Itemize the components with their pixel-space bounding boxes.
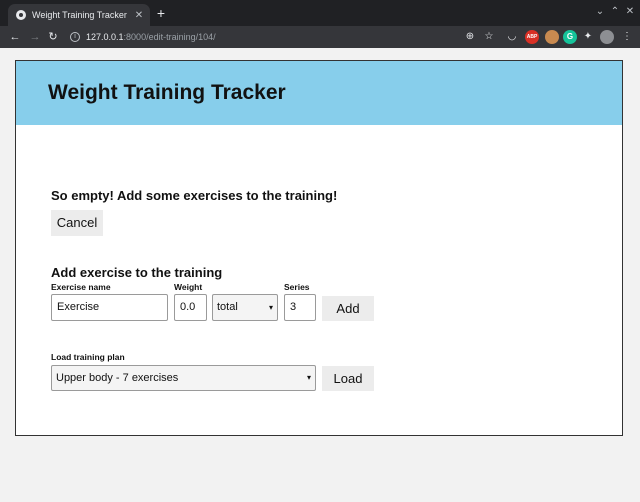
forward-icon[interactable]: → [27, 29, 43, 45]
load-plan-label: Load training plan [51, 352, 125, 362]
app-header: Weight Training Tracker [16, 61, 622, 125]
extensions-puzzle-icon[interactable]: ✦ [581, 30, 595, 44]
weight-label: Weight [174, 282, 203, 292]
browser-tab[interactable]: Weight Training Tracker ✕ [8, 4, 150, 26]
weight-mode-select[interactable]: total ▾ [212, 294, 278, 321]
chevron-down-icon[interactable]: ⌄ [592, 4, 608, 20]
empty-training-message: So empty! Add some exercises to the trai… [51, 188, 338, 203]
tab-title: Weight Training Tracker [32, 10, 127, 20]
url-host: 127.0.0.1 [86, 32, 124, 42]
menu-kebab-icon[interactable]: ⋮ [620, 30, 634, 44]
load-plan-button[interactable]: Load [322, 366, 374, 391]
bookmark-star-icon[interactable]: ☆ [482, 30, 496, 44]
info-icon[interactable]: i [70, 32, 80, 42]
chevron-down-icon: ▾ [268, 303, 273, 312]
close-window-icon[interactable]: ✕ [622, 4, 638, 20]
back-icon[interactable]: ← [7, 29, 23, 45]
zoom-icon[interactable]: ⊕ [463, 30, 477, 44]
exercise-name-input[interactable]: Exercise [51, 294, 168, 321]
reload-icon[interactable]: ↻ [45, 29, 61, 45]
training-plan-select[interactable]: Upper body - 7 exercises ▾ [51, 365, 316, 391]
add-exercise-heading: Add exercise to the training [51, 265, 223, 280]
adblock-icon[interactable]: ABP [525, 30, 539, 44]
extension-bag-icon[interactable] [545, 30, 559, 44]
grammarly-icon[interactable]: G [563, 30, 577, 44]
browser-toolbar: ← → ↻ i 127.0.0.1 :8000/edit-training/10… [0, 26, 640, 48]
exercise-name-label: Exercise name [51, 282, 111, 292]
tab-close-icon[interactable]: ✕ [132, 10, 146, 21]
new-tab-button[interactable]: + [154, 5, 168, 21]
profile-avatar-icon[interactable] [600, 30, 614, 44]
minimize-icon[interactable]: ⌃ [607, 4, 623, 20]
series-label: Series [284, 282, 310, 292]
weight-mode-value: total [217, 301, 238, 313]
page-title: Weight Training Tracker [48, 81, 286, 104]
weight-input[interactable]: 0.0 [174, 294, 207, 321]
chevron-down-icon: ▾ [306, 373, 311, 382]
pocket-icon[interactable]: ◡ [505, 30, 519, 44]
url-path: :8000/edit-training/104/ [123, 32, 216, 42]
training-plan-value: Upper body - 7 exercises [56, 372, 179, 384]
globe-icon [16, 10, 26, 20]
series-input[interactable]: 3 [284, 294, 316, 321]
add-exercise-button[interactable]: Add [322, 296, 374, 321]
browser-tabstrip: Weight Training Tracker ✕ + ⌄ ⌃ ✕ [0, 0, 640, 26]
cancel-button[interactable]: Cancel [51, 210, 103, 236]
page-viewport: Weight Training Tracker So empty! Add so… [0, 48, 640, 502]
address-bar[interactable]: i 127.0.0.1 :8000/edit-training/104/ [70, 29, 400, 45]
main-card: Weight Training Tracker So empty! Add so… [15, 60, 623, 436]
